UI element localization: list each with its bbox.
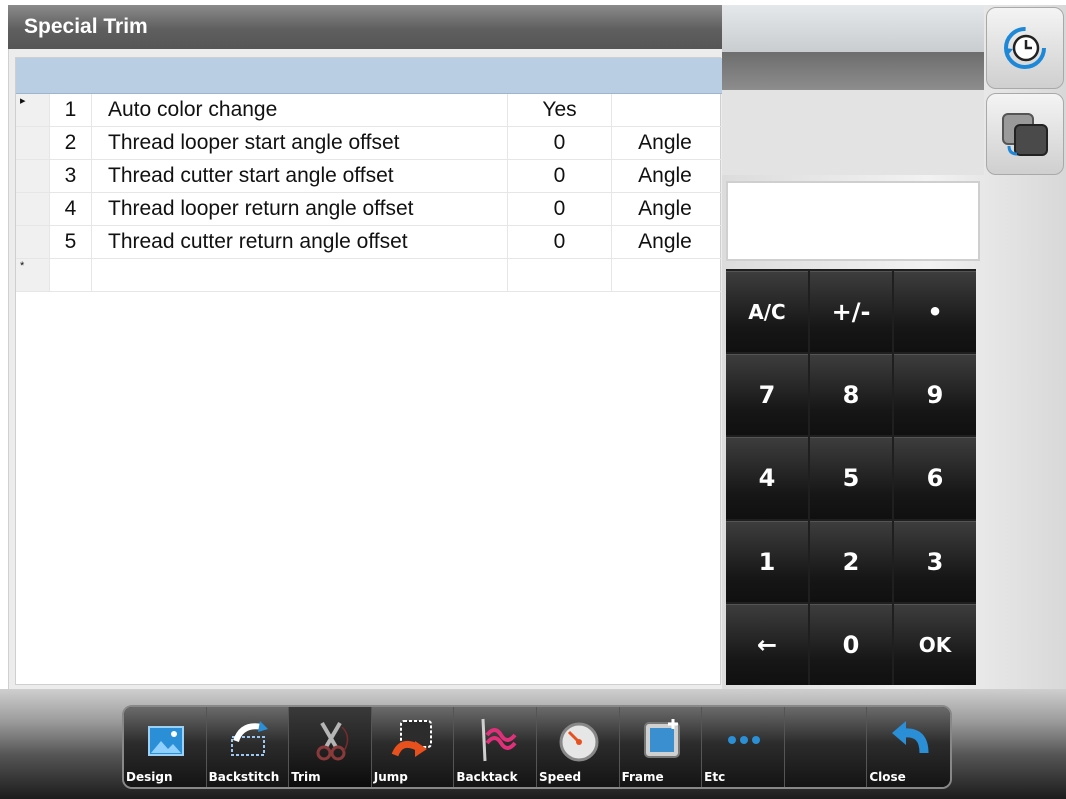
row-selector[interactable] [16,193,50,225]
key-2[interactable]: 2 [810,520,892,602]
row-value[interactable] [508,259,612,291]
toolbar-jump-button[interactable]: Jump [371,707,455,787]
value-input-display[interactable] [726,181,980,261]
key-backspace[interactable]: ← [726,603,808,685]
row-selector[interactable] [16,127,50,159]
toolbar-close-label: Close [869,770,906,784]
row-number: 3 [50,160,92,192]
toolbar-close-button[interactable]: Close [867,707,950,787]
key-ok[interactable]: OK [894,603,976,685]
key-9[interactable]: 9 [894,354,976,436]
scissors-icon [316,721,349,761]
row-unit [612,259,718,291]
row-name: Thread looper return angle offset [92,193,508,225]
speedometer-icon [559,722,599,762]
undo-arrow-icon [892,721,929,754]
toolbar-backstitch-label: Backstitch [208,770,280,784]
toolbar-etc-label: Etc [704,770,726,784]
right-panel-top [722,5,984,52]
key-sign[interactable]: +/- [810,271,892,353]
key-clear[interactable]: A/C [726,271,808,353]
row-name: Thread cutter return angle offset [92,226,508,258]
key-4[interactable]: 4 [726,437,808,519]
toolbar-backtack-label: Backtack [456,770,518,784]
table-row[interactable]: 5 Thread cutter return angle offset 0 An… [16,226,722,259]
row-unit: Angle [638,230,692,253]
key-3[interactable]: 3 [894,520,976,602]
backstitch-icon [230,721,268,756]
right-panel: A/C +/- • 7 8 9 4 5 6 1 2 3 ← 0 OK [722,5,1066,689]
table-row[interactable]: 3 Thread cutter start angle offset 0 Ang… [16,160,722,193]
row-number [50,259,92,291]
toolbar-frame-label: Frame [621,770,664,784]
row-selector[interactable]: * [16,259,50,291]
toolbar-etc-button[interactable]: Etc [702,707,785,787]
page-title-text: Special Trim [24,15,148,38]
parameter-table: ▸ 1 Auto color change Yes 2 Thread loope… [15,57,722,685]
row-name: Auto color change [92,94,508,126]
key-0[interactable]: 0 [810,603,892,685]
window-switch-button[interactable] [986,93,1064,175]
row-selector[interactable] [16,160,50,192]
row-name: Thread looper start angle offset [92,127,508,159]
row-name: Thread cutter start angle offset [92,160,508,192]
row-unit: Angle [638,164,692,187]
row-unit: Angle [638,131,692,154]
row-number: 5 [50,226,92,258]
numeric-keypad: A/C +/- • 7 8 9 4 5 6 1 2 3 ← 0 OK [726,269,976,685]
key-5[interactable]: 5 [810,437,892,519]
row-number: 4 [50,193,92,225]
clock-refresh-icon [1004,27,1046,69]
design-icon [148,726,184,756]
table-header [16,58,722,94]
row-unit [612,94,718,126]
toolbar-backstitch-button[interactable]: Backstitch [206,707,290,787]
row-name [92,259,508,291]
row-number: 1 [50,94,92,126]
toolbar-empty-slot [784,707,868,787]
key-8[interactable]: 8 [810,354,892,436]
jump-icon [391,720,432,757]
table-row[interactable]: ▸ 1 Auto color change Yes [16,94,722,127]
row-selector[interactable]: ▸ [16,94,50,126]
key-decimal[interactable]: • [894,271,976,353]
window-switch-icon [1002,113,1048,156]
row-number: 2 [50,127,92,159]
toolbar-frame-button[interactable]: Frame [619,707,703,787]
key-1[interactable]: 1 [726,520,808,602]
toolbar-speed-button[interactable]: Speed [536,707,620,787]
right-panel-band [722,52,984,90]
toolbar-speed-label: Speed [538,770,582,784]
toolbar-trim-button[interactable]: Trim [289,707,372,787]
row-selector[interactable] [16,226,50,258]
toolbar-jump-label: Jump [373,770,408,784]
key-7[interactable]: 7 [726,354,808,436]
toolbar-trim-label: Trim [291,770,321,784]
bottom-bar: Design Backstitch Trim Jump Backtack Spe… [0,689,1066,799]
table-panel: ▸ 1 Auto color change Yes 2 Thread loope… [8,49,722,689]
main-toolbar: Design Backstitch Trim Jump Backtack Spe… [122,705,952,789]
row-value[interactable]: 0 [508,226,612,258]
table-row[interactable]: 2 Thread looper start angle offset 0 Ang… [16,127,722,160]
row-value[interactable]: 0 [508,127,612,159]
more-icon [728,736,761,744]
frame-icon [643,719,680,758]
row-unit: Angle [638,197,692,220]
toolbar-design-button[interactable]: Design [124,707,207,787]
clock-refresh-button[interactable] [986,7,1064,89]
key-6[interactable]: 6 [894,437,976,519]
page-title: Special Trim [8,5,722,49]
row-value[interactable]: 0 [508,193,612,225]
row-value[interactable]: Yes [508,94,612,126]
toolbar-backtack-button[interactable]: Backtack [454,707,537,787]
table-row-new[interactable]: * [16,259,722,292]
toolbar-design-label: Design [126,770,173,784]
row-value[interactable]: 0 [508,160,612,192]
backtack-icon [481,718,517,762]
table-row[interactable]: 4 Thread looper return angle offset 0 An… [16,193,722,226]
right-panel-info [722,90,984,175]
